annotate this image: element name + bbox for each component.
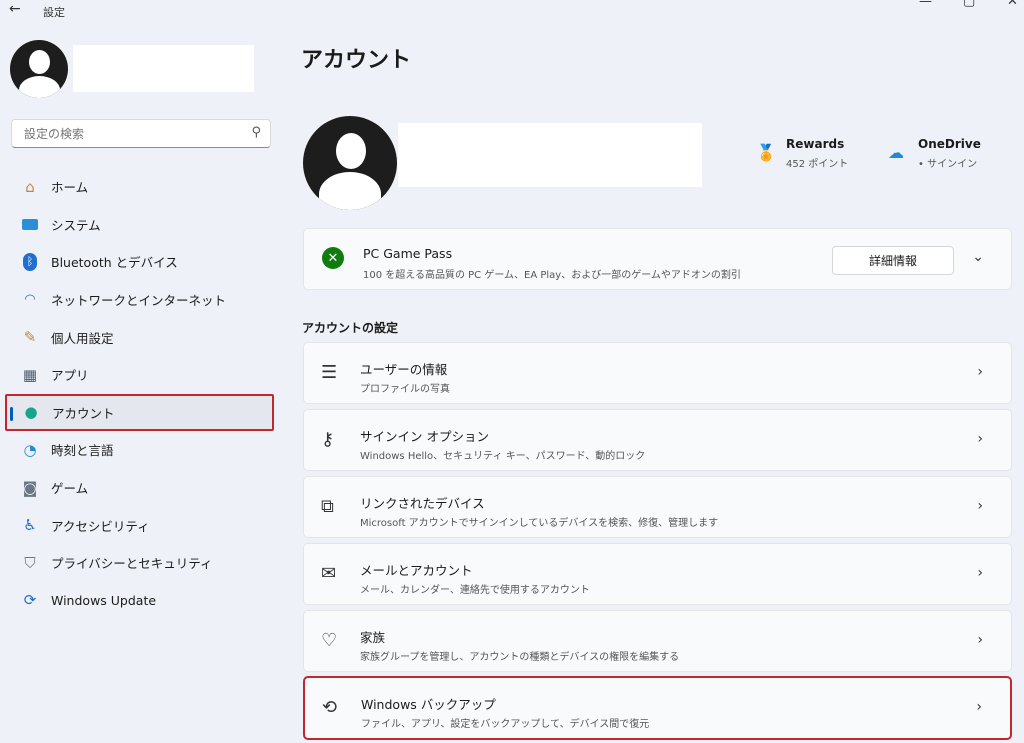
sidebar-item-windows-update[interactable]: ⟳ Windows Update (8, 582, 274, 620)
person-icon: ● (24, 403, 38, 422)
sidebar-item-bluetooth[interactable]: ᛒ Bluetooth とデバイス (8, 243, 274, 281)
row-title: リンクされたデバイス (360, 496, 485, 511)
row-title: ユーザーの情報 (360, 362, 448, 377)
backup-icon: ⟲ (322, 697, 338, 718)
user-name-redacted (73, 45, 254, 92)
sidebar-item-time-language[interactable]: ◔ 時刻と言語 (8, 431, 274, 469)
section-title: アカウントの設定 (302, 321, 399, 335)
sidebar-item-network[interactable]: ◠ ネットワークとインターネット (8, 281, 274, 319)
rewards-widget[interactable]: 🏅 Rewards 452 ポイント (756, 137, 848, 170)
row-subtitle: Microsoft アカウントでサインインしているデバイスを検索、修復、管理しま… (360, 518, 719, 529)
onedrive-title: OneDrive (918, 137, 981, 151)
bluetooth-icon: ᛒ (20, 252, 40, 272)
sidebar-item-accounts[interactable]: ● アカウント (5, 393, 274, 432)
row-title: Windows バックアップ (361, 697, 496, 712)
linked-devices-icon: ⧉ (321, 496, 334, 517)
row-sign-in-options[interactable]: ⚷ サインイン オプション Windows Hello、セキュリティ キー、パス… (303, 409, 1012, 471)
onedrive-widget[interactable]: ☁ OneDrive • サインイン (888, 137, 981, 170)
chevron-right-icon: › (977, 632, 983, 648)
close-icon[interactable]: ✕ (1007, 0, 1018, 9)
arrow-left-icon[interactable]: ← (9, 1, 21, 17)
update-icon: ⟳ (23, 591, 37, 610)
chevron-right-icon: › (976, 699, 982, 715)
more-info-button[interactable]: 詳細情報 (832, 246, 954, 275)
sidebar-item-home[interactable]: ⌂ ホーム (8, 168, 274, 206)
chevron-down-icon[interactable]: ⌄ (972, 249, 984, 265)
brush-icon: ✎ (23, 328, 37, 347)
row-subtitle: Windows Hello、セキュリティ キー、パスワード、動的ロック (360, 451, 646, 462)
row-title: メールとアカウント (360, 563, 473, 578)
app-title: 設定 (43, 6, 65, 19)
active-indicator (10, 406, 13, 421)
row-linked-devices[interactable]: ⧉ リンクされたデバイス Microsoft アカウントでサインインしているデバ… (303, 476, 1012, 538)
title-bar: ← 設定 — ▢ ✕ (0, 0, 1024, 22)
rewards-title: Rewards (786, 137, 845, 151)
sidebar-item-accessibility[interactable]: ♿ アクセシビリティ (8, 506, 274, 544)
globe-clock-icon: ◔ (23, 440, 37, 459)
row-email-accounts[interactable]: ✉ メールとアカウント メール、カレンダー、連絡先で使用するアカウント › (303, 543, 1012, 605)
page-title: アカウント (301, 48, 412, 73)
apps-icon: ▦ (22, 365, 38, 384)
rewards-points: 452 ポイント (786, 159, 849, 170)
cloud-icon: ☁ (888, 143, 904, 162)
profile-avatar (303, 116, 397, 210)
sidebar-item-apps[interactable]: ▦ アプリ (8, 356, 274, 394)
user-info-icon: ☰ (321, 362, 338, 383)
chevron-right-icon: › (977, 431, 983, 447)
family-heart-icon: ♡ (321, 630, 338, 651)
gamepass-description: 100 を超える高品質の PC ゲーム、EA Play、および一部のゲームやアド… (363, 270, 741, 281)
search-input[interactable] (22, 120, 246, 148)
row-subtitle: メール、カレンダー、連絡先で使用するアカウント (360, 585, 590, 596)
gamepad-icon: ◙ (22, 478, 38, 497)
accessibility-icon: ♿ (23, 516, 37, 535)
mail-icon: ✉ (321, 563, 337, 584)
monitor-icon (20, 214, 40, 234)
row-subtitle: ファイル、アプリ、設定をバックアップして、デバイス間で復元 (361, 719, 650, 730)
chevron-right-icon: › (977, 364, 983, 380)
sidebar-nav: ⌂ ホーム システム ᛒ Bluetooth とデバイス ◠ ネットワークとイン… (5, 168, 274, 620)
chevron-right-icon: › (977, 565, 983, 581)
user-avatar (10, 40, 68, 98)
row-family[interactable]: ♡ 家族 家族グループを管理し、アカウントの種類とデバイスの権限を編集する › (303, 610, 1012, 672)
sidebar-item-personalization[interactable]: ✎ 個人用設定 (8, 318, 274, 356)
home-icon: ⌂ (25, 177, 35, 196)
sidebar-item-gaming[interactable]: ◙ ゲーム (8, 469, 274, 507)
minimize-icon[interactable]: — (919, 0, 932, 9)
sidebar-item-system[interactable]: システム (8, 206, 274, 244)
gamepass-card: ✕ PC Game Pass 100 を超える高品質の PC ゲーム、EA Pl… (303, 228, 1012, 290)
gamepass-title: PC Game Pass (363, 246, 453, 261)
shield-icon: ⛉ (24, 553, 36, 572)
xbox-icon: ✕ (322, 247, 344, 269)
row-subtitle: プロファイルの写真 (360, 384, 450, 395)
row-subtitle: 家族グループを管理し、アカウントの種類とデバイスの権限を編集する (360, 652, 680, 663)
profile-name-redacted (398, 123, 702, 187)
rewards-medal-icon: 🏅 (756, 143, 776, 162)
row-user-info[interactable]: ☰ ユーザーの情報 プロファイルの写真 › (303, 342, 1012, 404)
row-title: サインイン オプション (360, 429, 489, 444)
row-windows-backup[interactable]: ⟲ Windows バックアップ ファイル、アプリ、設定をバックアップして、デバ… (303, 676, 1012, 740)
search-box[interactable]: ⚲ (11, 119, 271, 148)
sidebar-item-privacy[interactable]: ⛉ プライバシーとセキュリティ (8, 544, 274, 582)
chevron-right-icon: › (977, 498, 983, 514)
search-icon[interactable]: ⚲ (251, 125, 261, 140)
wifi-icon: ◠ (24, 292, 36, 308)
onedrive-status: • サインイン (918, 159, 978, 170)
row-title: 家族 (360, 630, 386, 645)
maximize-icon[interactable]: ▢ (963, 0, 975, 9)
key-icon: ⚷ (321, 429, 335, 450)
